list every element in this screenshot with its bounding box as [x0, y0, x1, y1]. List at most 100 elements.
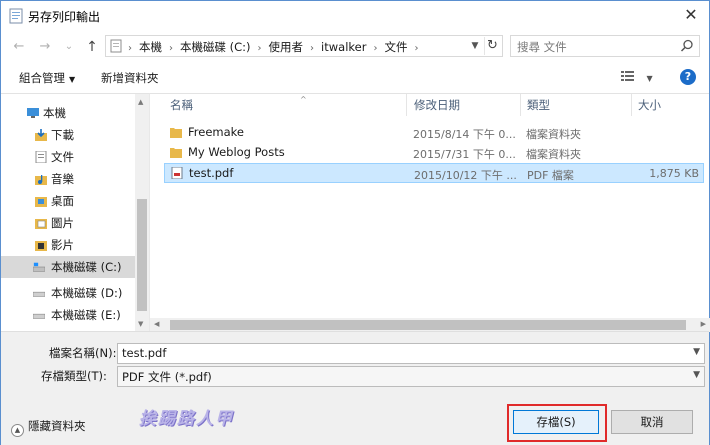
chevron-down-icon[interactable]: ▼	[693, 347, 700, 357]
save-button[interactable]: 存檔(S)	[513, 410, 599, 434]
caret-down-icon: ▼	[646, 74, 653, 83]
file-name: My Weblog Posts	[188, 145, 285, 159]
close-icon[interactable]: ✕	[673, 1, 709, 31]
sidebar-item-this-pc[interactable]: 本機	[1, 102, 136, 124]
breadcrumb-item-this-pc[interactable]: 本機	[139, 40, 162, 54]
navigation-scrollbar[interactable]: ▲ ▼	[135, 94, 149, 332]
breadcrumb-item-drive-c[interactable]: 本機磁碟 (C:)	[180, 40, 251, 54]
filetype-label: 存檔類型(T):	[41, 369, 107, 383]
sidebar-item-label: 桌面	[51, 194, 74, 208]
filetype-select[interactable]: PDF 文件 (*.pdf) ▼	[117, 366, 705, 387]
details-view-icon	[621, 71, 634, 81]
drive-c-icon	[33, 262, 45, 272]
sidebar-item-music[interactable]: 音樂	[1, 168, 136, 190]
search-input[interactable]: 搜尋 文件	[510, 35, 700, 57]
sidebar-item-label: 圖片	[51, 216, 74, 230]
folder-icon	[170, 128, 182, 138]
column-divider[interactable]	[631, 94, 632, 116]
videos-icon	[35, 241, 47, 251]
documents-icon	[35, 151, 47, 163]
breadcrumb: › 本機 › 本機磁碟 (C:) › 使用者 › itwalker › 文件 ›	[128, 39, 425, 55]
chevron-up-icon: ▲	[11, 424, 24, 437]
search-icon[interactable]	[680, 39, 694, 53]
column-divider[interactable]	[406, 94, 407, 116]
column-header-date[interactable]: 修改日期	[414, 97, 460, 113]
column-header-name[interactable]: 名稱 ^	[170, 95, 307, 113]
scroll-left-arrow-icon[interactable]: ◀	[154, 320, 159, 328]
music-icon	[35, 175, 47, 185]
search-placeholder: 搜尋 文件	[517, 40, 567, 54]
chevron-right-icon[interactable]: ›	[310, 43, 314, 54]
filetype-value: PDF 文件 (*.pdf)	[122, 370, 212, 384]
breadcrumb-item-users[interactable]: 使用者	[269, 40, 304, 54]
breadcrumb-item-itwalker[interactable]: itwalker	[321, 40, 366, 54]
sidebar-item-drive-c[interactable]: 本機磁碟 (C:)	[1, 256, 136, 278]
drive-icon	[33, 313, 45, 319]
help-icon[interactable]: ?	[680, 69, 696, 85]
hide-folders-label: 隱藏資料夾	[28, 419, 86, 433]
sidebar-item-label: 本機	[43, 106, 66, 120]
sidebar-item-documents[interactable]: 文件	[1, 146, 136, 168]
filename-value: test.pdf	[122, 346, 167, 360]
file-date: 2015/8/14 下午 0...	[413, 128, 516, 141]
horizontal-scrollbar[interactable]: ◀ ▶	[150, 318, 710, 332]
forward-arrow-icon[interactable]: →	[37, 39, 53, 55]
chevron-right-icon[interactable]: ›	[169, 43, 173, 54]
folder-location-icon	[110, 39, 122, 53]
scrollbar-thumb[interactable]	[170, 320, 686, 330]
file-row-freemake[interactable]: Freemake 2015/8/14 下午 0... 檔案資料夾	[164, 123, 704, 143]
scroll-right-arrow-icon[interactable]: ▶	[701, 320, 706, 328]
file-type: PDF 檔案	[527, 169, 574, 182]
filename-label: 檔案名稱(N):	[49, 346, 117, 360]
sidebar-item-label: 本機磁碟 (C:)	[51, 260, 122, 274]
back-arrow-icon[interactable]: ←	[11, 39, 27, 55]
file-type: 檔案資料夾	[526, 148, 581, 161]
sidebar-item-label: 文件	[51, 150, 74, 164]
chevron-down-icon[interactable]: ▼	[693, 370, 700, 380]
sidebar-item-label: 影片	[51, 238, 74, 252]
chevron-right-icon[interactable]: ›	[373, 43, 377, 54]
drive-icon	[33, 291, 45, 297]
window-title: 另存列印輸出	[28, 10, 101, 24]
column-header-type[interactable]: 類型	[527, 97, 550, 113]
caret-down-icon: ▼	[69, 75, 76, 84]
scroll-up-arrow-icon[interactable]: ▲	[138, 98, 143, 106]
chevron-right-icon[interactable]: ›	[258, 43, 262, 54]
pc-icon	[27, 108, 39, 118]
address-bar[interactable]: › 本機 › 本機磁碟 (C:) › 使用者 › itwalker › 文件 › ▼ ↻	[105, 35, 503, 57]
change-view-button[interactable]: ▼	[621, 70, 655, 86]
sidebar-item-drive-e[interactable]: 本機磁碟 (E:)	[1, 304, 136, 326]
chevron-right-icon[interactable]: ›	[414, 43, 418, 54]
organize-label: 組合管理	[19, 71, 65, 85]
cancel-button[interactable]: 取消	[611, 410, 693, 434]
column-divider[interactable]	[520, 94, 521, 116]
pictures-icon	[35, 219, 47, 229]
hide-folders-toggle[interactable]: ▲ 隱藏資料夾	[11, 418, 86, 437]
scroll-down-arrow-icon[interactable]: ▼	[138, 320, 143, 328]
new-folder-button[interactable]: 新增資料夾	[101, 70, 159, 86]
sidebar-item-pictures[interactable]: 圖片	[1, 212, 136, 234]
file-type: 檔案資料夾	[526, 128, 581, 141]
sort-caret-icon: ^	[300, 95, 307, 104]
sidebar-item-label: 本機磁碟 (E:)	[51, 308, 121, 322]
up-arrow-icon[interactable]: ↑	[84, 39, 100, 55]
sidebar-item-downloads[interactable]: 下載	[1, 124, 136, 146]
downloads-icon	[35, 129, 47, 141]
breadcrumb-item-documents[interactable]: 文件	[384, 40, 407, 54]
recent-locations-icon[interactable]: ⌄	[61, 39, 77, 55]
chevron-down-icon[interactable]: ▼	[468, 38, 482, 54]
title-bar: 另存列印輸出 ✕	[1, 1, 709, 31]
column-header-size[interactable]: 大小	[638, 97, 661, 113]
scrollbar-thumb[interactable]	[137, 199, 147, 311]
file-size: 1,875 KB	[649, 167, 699, 180]
file-list: 名稱 ^ 修改日期 類型 大小 Freemake 2015/8/14 下午 0..…	[149, 93, 710, 332]
organize-menu-button[interactable]: 組合管理 ▼	[19, 70, 75, 86]
filename-field[interactable]: test.pdf ▼	[117, 343, 705, 364]
file-row-my-weblog-posts[interactable]: My Weblog Posts 2015/7/31 下午 0... 檔案資料夾	[164, 143, 704, 163]
file-row-test-pdf[interactable]: test.pdf 2015/10/12 下午 ... PDF 檔案 1,875 …	[164, 163, 704, 183]
sidebar-item-drive-d[interactable]: 本機磁碟 (D:)	[1, 282, 136, 304]
sidebar-item-desktop[interactable]: 桌面	[1, 190, 136, 212]
refresh-icon[interactable]: ↻	[484, 37, 500, 55]
command-bar: 組合管理 ▼ 新增資料夾 ▼ ?	[1, 63, 709, 93]
sidebar-item-videos[interactable]: 影片	[1, 234, 136, 256]
